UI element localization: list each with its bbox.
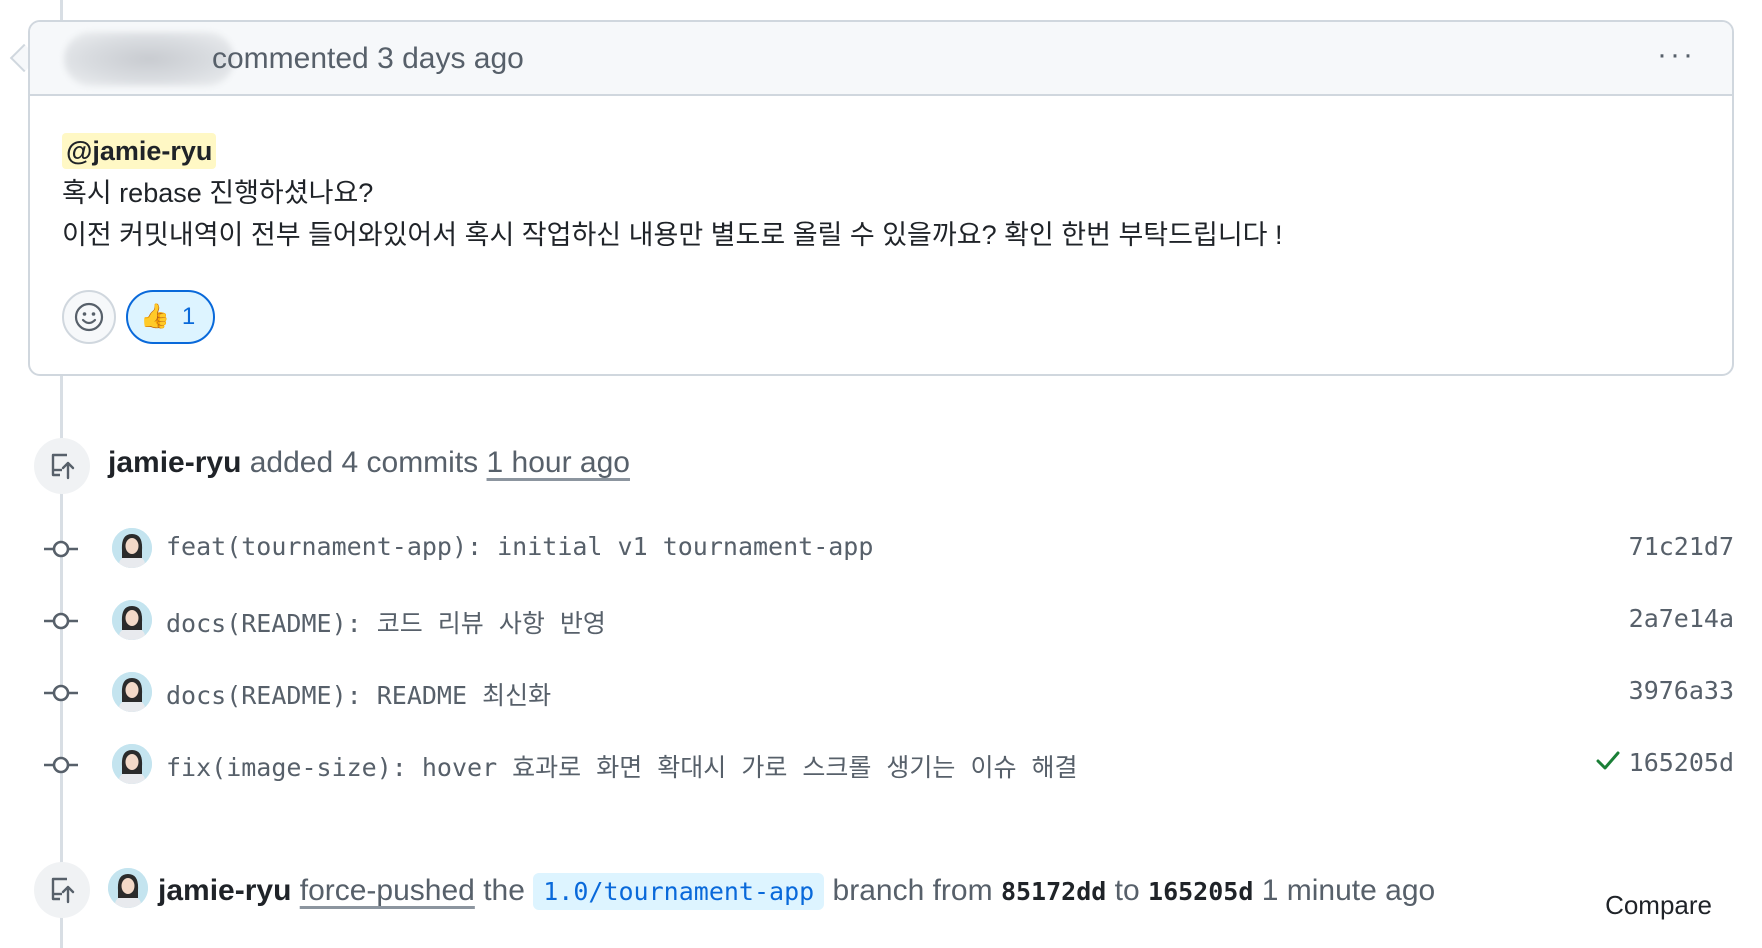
thumbs-up-reaction-button[interactable]: 👍 1	[126, 290, 216, 344]
comment-box: commented 3 days ago ··· @jamie-ryu 혹시 r…	[28, 20, 1734, 376]
branch-name-pill[interactable]: 1.0/tournament-app	[533, 873, 825, 910]
thumbs-up-icon: 👍	[140, 303, 170, 330]
commit-message-link[interactable]: fix(image-size): hover 효과로 화면 확대시 가로 스크롤…	[166, 748, 1078, 784]
comment-line-2: 이전 커밋내역이 전부 들어와있어서 혹시 작업하신 내용만 별도로 올릴 수 …	[62, 220, 1283, 250]
event-action: added 4 commits	[249, 446, 479, 479]
commit-author-avatar[interactable]	[112, 528, 152, 568]
reaction-count: 1	[181, 303, 196, 330]
force-push-to: to	[1114, 874, 1140, 907]
force-push-actor-link[interactable]: jamie-ryu	[158, 874, 291, 907]
commit-author-avatar[interactable]	[112, 744, 152, 784]
repo-push-icon	[51, 877, 75, 904]
smiley-icon	[74, 302, 104, 332]
commits-event-text: jamie-ryu added 4 commits 1 hour ago	[108, 446, 630, 480]
compare-button[interactable]: Compare	[1605, 890, 1712, 921]
user-mention[interactable]: @jamie-ryu	[62, 133, 217, 169]
avatar[interactable]	[108, 868, 148, 908]
commit-author-avatar[interactable]	[112, 600, 152, 640]
force-push-event-text: jamie-ryu force-pushed the 1.0/tournamen…	[158, 873, 1435, 910]
commit-message-link[interactable]: feat(tournament-app): initial v1 tournam…	[166, 532, 873, 561]
force-push-time[interactable]: 1 minute ago	[1262, 874, 1435, 907]
commit-sha-link[interactable]: 165205d	[1629, 748, 1734, 777]
commit-row: docs(README): 코드 리뷰 사항 반영 2a7e14a	[0, 596, 1762, 646]
commit-row: feat(tournament-app): initial v1 tournam…	[0, 524, 1762, 574]
comment-options-icon[interactable]: ···	[1657, 40, 1696, 70]
event-time-link[interactable]: 1 hour ago	[487, 446, 630, 479]
add-reaction-button[interactable]	[62, 290, 116, 344]
avatar-image	[112, 528, 152, 568]
force-pushed-link[interactable]: force-pushed	[300, 874, 475, 907]
from-sha-link[interactable]: 85172dd	[1001, 877, 1106, 906]
repo-push-icon	[51, 453, 75, 480]
commit-sha-link[interactable]: 71c21d7	[1629, 532, 1734, 561]
git-commit-icon	[44, 540, 78, 558]
force-push-the: the	[483, 874, 525, 907]
commit-author-avatar[interactable]	[112, 672, 152, 712]
to-sha-link[interactable]: 165205d	[1148, 877, 1253, 906]
blurred-author-avatar[interactable]	[64, 32, 234, 86]
reactions-bar: 👍 1	[62, 290, 216, 344]
event-actor-link[interactable]: jamie-ryu	[108, 446, 241, 479]
commit-sha-link[interactable]: 2a7e14a	[1629, 604, 1734, 633]
force-push-event-badge	[34, 862, 90, 918]
commit-row: fix(image-size): hover 효과로 화면 확대시 가로 스크롤…	[0, 740, 1762, 790]
avatar-image	[112, 672, 152, 712]
comment-timestamp[interactable]: commented 3 days ago	[212, 42, 524, 76]
git-commit-icon	[44, 684, 78, 702]
push-event-badge	[34, 438, 90, 494]
commit-sha-link[interactable]: 3976a33	[1629, 676, 1734, 705]
avatar-image	[112, 600, 152, 640]
comment-line-1: 혹시 rebase 진행하셨나요?	[62, 178, 374, 208]
commit-row: docs(README): README 최신화 3976a33	[0, 668, 1762, 718]
commit-message-link[interactable]: docs(README): README 최신화	[166, 676, 551, 712]
avatar-image	[108, 868, 148, 908]
force-push-branch-from: branch from	[832, 874, 993, 907]
commit-message-link[interactable]: docs(README): 코드 리뷰 사항 반영	[166, 604, 606, 640]
check-icon[interactable]	[1594, 746, 1622, 774]
avatar-image	[112, 744, 152, 784]
git-commit-icon	[44, 612, 78, 630]
comment-body: @jamie-ryu 혹시 rebase 진행하셨나요? 이전 커밋내역이 전부…	[30, 96, 1732, 256]
git-commit-icon	[44, 756, 78, 774]
comment-header: commented 3 days ago ···	[30, 22, 1732, 96]
